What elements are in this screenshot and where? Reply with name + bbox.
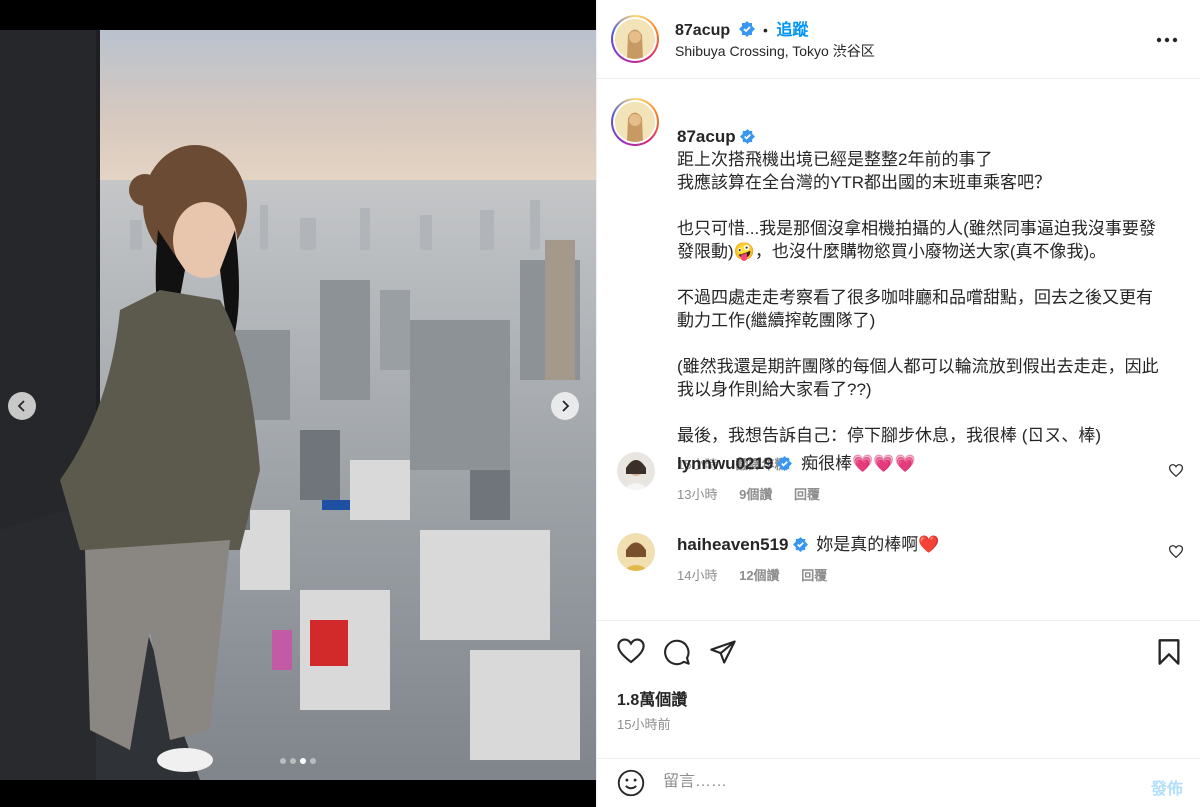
- verified-badge-icon: [777, 456, 793, 471]
- carousel-indicator: [0, 758, 596, 764]
- comment-composer: 發佈: [597, 758, 1200, 807]
- caption-paragraph: 不過四處走走考察看了很多咖啡廳和品嚐甜點，回去之後又更有動力工作(繼續搾乾團隊了…: [677, 288, 1153, 330]
- comment-input[interactable]: [663, 773, 1103, 791]
- bookmark-icon: [1158, 639, 1180, 665]
- like-comment-button[interactable]: [1168, 464, 1184, 482]
- carousel-dot-active: [300, 758, 306, 764]
- smiley-face-icon: [617, 769, 645, 797]
- comment-meta: 14小時 12個讚 回覆: [677, 565, 845, 584]
- commenter-username[interactable]: haiheaven519: [677, 535, 789, 554]
- share-button[interactable]: [709, 638, 737, 671]
- avatar-photo: [617, 533, 655, 571]
- comment-body: haiheaven519 妳是真的棒啊❤️: [677, 533, 939, 557]
- commenter-avatar[interactable]: [617, 533, 655, 571]
- carousel-prev-button[interactable]: [8, 392, 36, 420]
- avatar-illustration: [615, 19, 655, 59]
- header-user-line: 87acup • 追蹤: [675, 16, 808, 40]
- comment-text: 妳是真的棒啊❤️: [816, 535, 940, 554]
- save-button[interactable]: [1157, 638, 1181, 671]
- send-paper-plane-icon: [710, 640, 736, 664]
- carousel-dot: [280, 758, 286, 764]
- post-photo[interactable]: [0, 30, 596, 780]
- carousel-next-button[interactable]: [551, 392, 579, 420]
- comment-button[interactable]: [663, 638, 691, 671]
- heart-outline-icon: [1168, 545, 1184, 559]
- city-view-photo: [0, 30, 596, 780]
- follow-button[interactable]: 追蹤: [776, 22, 808, 39]
- post-location[interactable]: Shibuya Crossing, Tokyo 渋谷区: [675, 41, 875, 61]
- post-header: 87acup • 追蹤 Shibuya Crossing, Tokyo 渋谷区: [597, 0, 1200, 79]
- comment-time: 13小時: [677, 487, 718, 502]
- comments-section: 87acup 距上次搭飛機出境已經是整整2年前的事了 我應該算在全台灣的YTR都…: [597, 80, 1200, 620]
- author-avatar[interactable]: [611, 15, 659, 63]
- post-media: [0, 0, 596, 807]
- likes-count[interactable]: 1.8萬個讚: [617, 686, 687, 710]
- like-comment-button[interactable]: [1168, 545, 1184, 563]
- verified-badge-icon: [792, 537, 808, 552]
- comment-bubble-icon: [664, 639, 690, 666]
- more-horizontal-icon: [1156, 37, 1178, 43]
- avatar-photo: [617, 452, 655, 490]
- reply-button[interactable]: 回覆: [794, 487, 820, 502]
- comment-text: 痴很棒💗💗💗: [801, 454, 916, 473]
- comment-item: lynnwu0219 痴很棒💗💗💗 13小時 9個讚 回覆: [597, 452, 1200, 512]
- caption-username[interactable]: 87acup: [677, 127, 736, 146]
- heart-outline-icon: [1168, 464, 1184, 478]
- caption-paragraph: 最後，我想告訴自己：停下腳步休息，我很棒 (ㄖㄡ、棒): [677, 426, 1102, 445]
- emoji-button[interactable]: [617, 769, 645, 802]
- verified-badge-icon: [739, 129, 755, 144]
- caption-author-avatar[interactable]: [611, 98, 659, 146]
- caption-paragraph: 也只可惜...我是那個沒拿相機拍攝的人(雖然同事逼迫我沒事要發發限動)🤪，也沒什…: [677, 219, 1156, 261]
- more-options-button[interactable]: [1156, 30, 1178, 48]
- like-button[interactable]: [617, 638, 645, 669]
- separator-dot: •: [763, 22, 768, 38]
- comment-time: 14小時: [677, 568, 718, 583]
- comment-body: lynnwu0219 痴很棒💗💗💗: [677, 452, 916, 476]
- comment-likes[interactable]: 12個讚: [739, 568, 779, 583]
- chevron-left-icon: [17, 400, 25, 412]
- comment-item: haiheaven519 妳是真的棒啊❤️ 14小時 12個讚 回覆: [597, 533, 1200, 593]
- posted-time: 15小時前: [617, 717, 671, 732]
- post-actions: 1.8萬個讚 15小時前: [597, 620, 1200, 750]
- carousel-dot: [290, 758, 296, 764]
- verified-badge-icon: [738, 21, 755, 37]
- comment-likes[interactable]: 9個讚: [739, 487, 772, 502]
- avatar-illustration: [615, 102, 655, 142]
- commenter-username[interactable]: lynnwu0219: [677, 454, 773, 473]
- post-comment-button[interactable]: 發佈: [1151, 775, 1183, 799]
- heart-outline-icon: [617, 638, 645, 664]
- post-details: 87acup • 追蹤 Shibuya Crossing, Tokyo 渋谷区: [596, 0, 1200, 807]
- chevron-right-icon: [562, 400, 570, 412]
- author-username[interactable]: 87acup: [675, 22, 730, 39]
- caption-paragraph: 距上次搭飛機出境已經是整整2年前的事了 我應該算在全台灣的YTR都出國的末班車乘…: [677, 150, 1051, 192]
- reply-button[interactable]: 回覆: [801, 568, 827, 583]
- comment-meta: 13小時 9個讚 回覆: [677, 484, 838, 503]
- commenter-avatar[interactable]: [617, 452, 655, 490]
- caption-paragraph: (雖然我還是期許團隊的每個人都可以輪流放到假出去走走，因此我以身作則給大家看了?…: [677, 357, 1159, 399]
- carousel-dot: [310, 758, 316, 764]
- post-caption: 87acup 距上次搭飛機出境已經是整整2年前的事了 我應該算在全台灣的YTR都…: [677, 102, 1167, 476]
